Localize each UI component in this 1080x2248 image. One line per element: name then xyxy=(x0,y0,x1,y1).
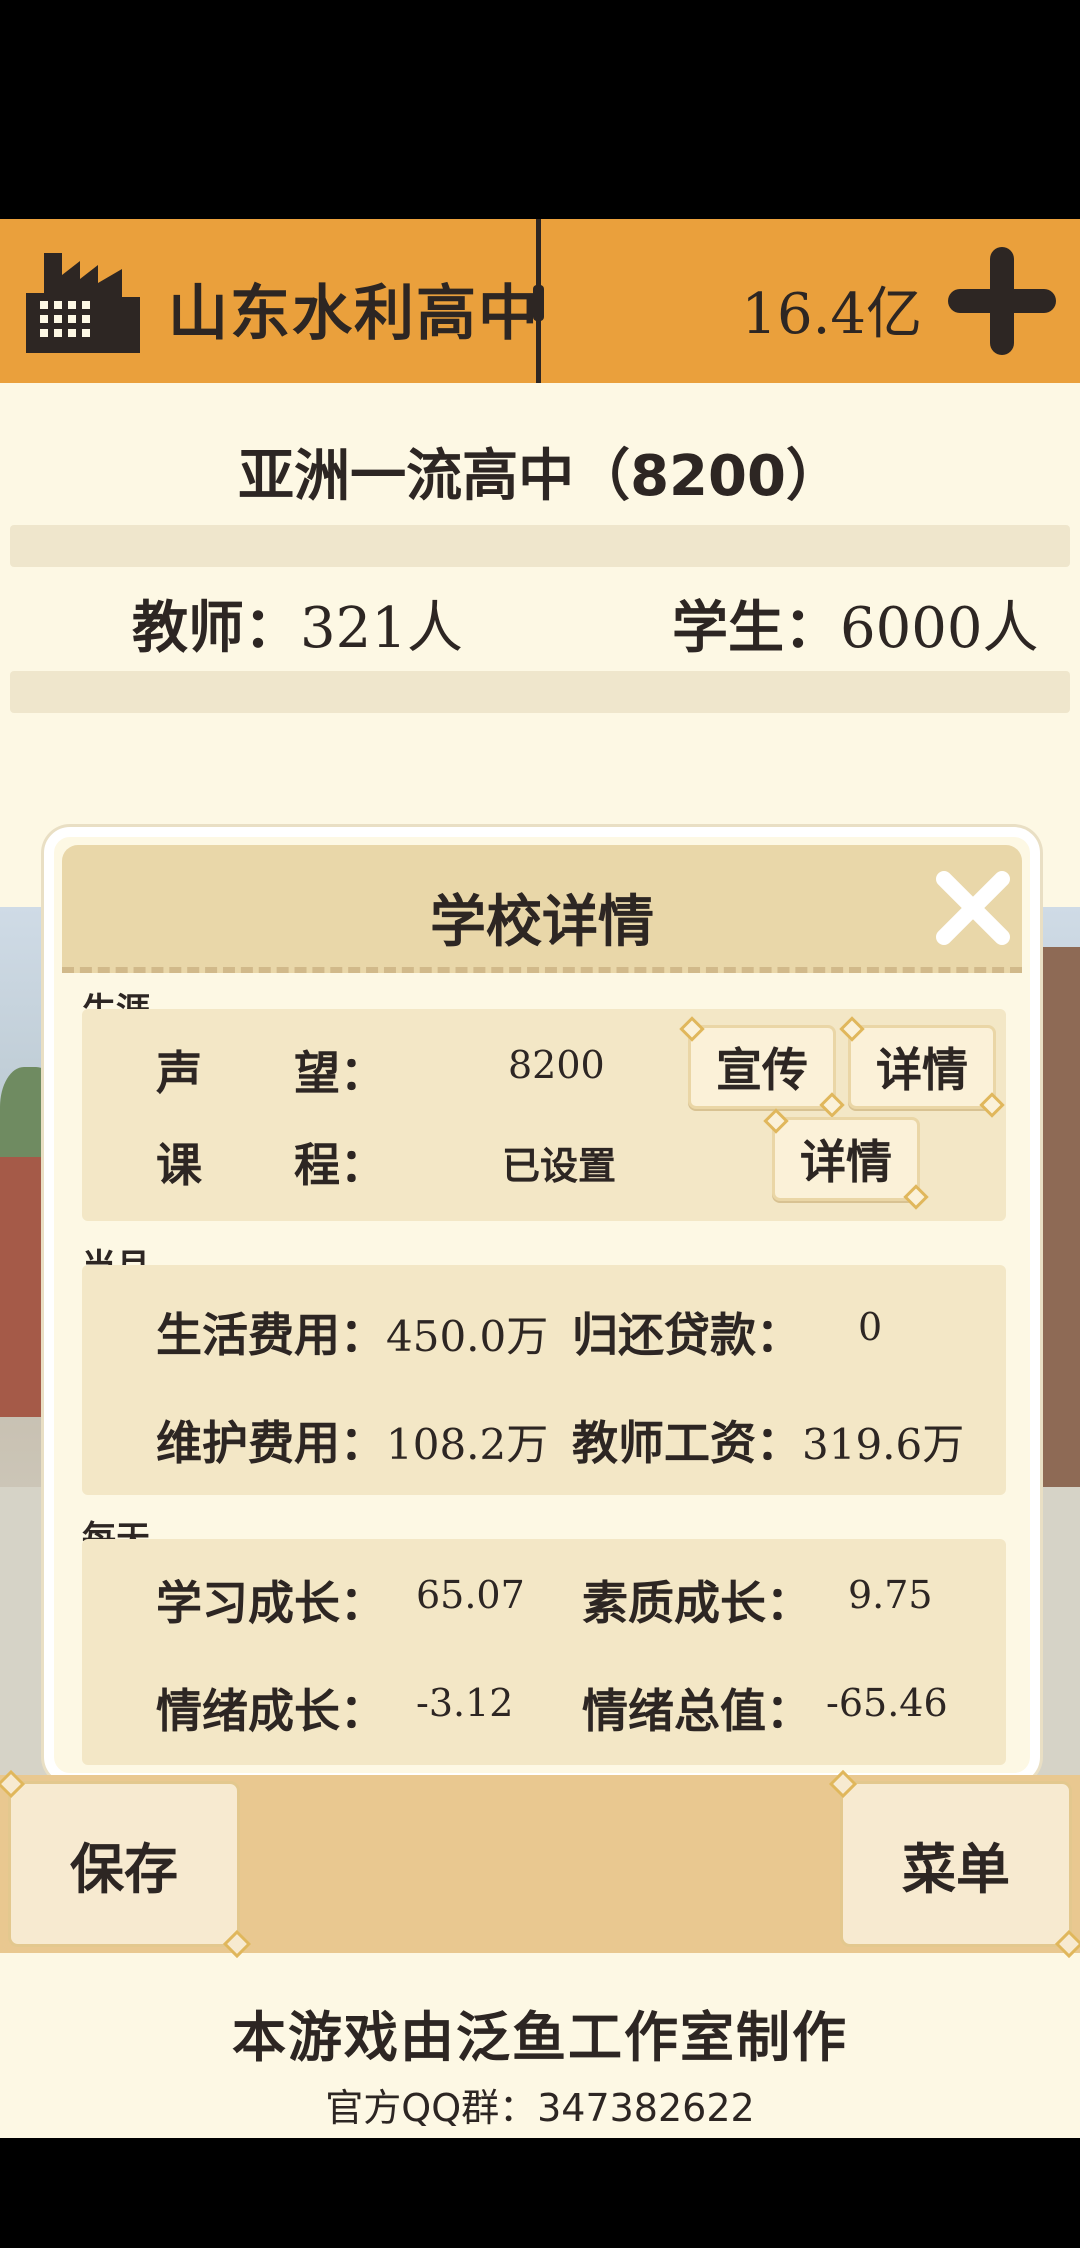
living-cost: 生活费用：450.0万 xyxy=(156,1308,549,1362)
school-details-dialog: 学校详情 生涯 声 望： 8200 宣传 详情 课 程： 已设置 详情 当月 生… xyxy=(44,827,1040,1783)
mood-growth: 情绪成长： xyxy=(156,1684,386,1738)
mood-total-value: -65.46 xyxy=(826,1681,948,1725)
qq-group: 官方QQ群：347382622 xyxy=(325,2086,755,2130)
reputation-label: 声 望： xyxy=(156,1046,386,1100)
bottom-bar: 保存 菜单 xyxy=(0,1775,1080,1953)
dialog-header: 学校详情 xyxy=(62,845,1022,973)
save-button[interactable]: 保存 xyxy=(8,1781,240,1947)
dialog-title: 学校详情 xyxy=(430,890,654,955)
student-count: 学生：6000人 xyxy=(672,583,1039,664)
loan-repayment: 归还贷款： xyxy=(572,1308,802,1362)
quality-growth: 素质成长： xyxy=(582,1576,812,1630)
factory-icon xyxy=(26,253,140,353)
mood-total: 情绪总值： xyxy=(582,1684,812,1738)
teacher-count: 教师：321人 xyxy=(132,583,463,664)
maintenance-cost: 维护费用：108.2万 xyxy=(156,1416,549,1470)
menu-button[interactable]: 菜单 xyxy=(840,1781,1072,1947)
monthly-panel: 生活费用：450.0万 归还贷款： 0 维护费用：108.2万 教师工资：319… xyxy=(82,1265,1006,1495)
teacher-value: 321人 xyxy=(300,596,463,661)
divider-stripe xyxy=(10,671,1070,713)
student-value: 6000人 xyxy=(840,596,1039,661)
school-name: 山东水利高中 xyxy=(168,279,540,349)
daily-panel: 学习成长： 65.07 素质成长： 9.75 情绪成长： -3.12 情绪总值：… xyxy=(82,1539,1006,1765)
teacher-label: 教师： xyxy=(132,596,300,661)
promote-button[interactable]: 宣传 xyxy=(688,1025,836,1109)
money-amount: 16.4亿 xyxy=(741,282,922,347)
header-divider-knob xyxy=(533,285,544,321)
quality-growth-value: 9.75 xyxy=(848,1573,933,1617)
course-label: 课 程： xyxy=(156,1138,386,1192)
close-icon[interactable] xyxy=(930,865,1016,951)
study-growth-value: 65.07 xyxy=(416,1573,525,1617)
study-growth: 学习成长： xyxy=(156,1576,386,1630)
divider-stripe xyxy=(10,525,1070,567)
course-value: 已设置 xyxy=(502,1144,617,1188)
career-panel: 声 望： 8200 宣传 详情 课 程： 已设置 详情 xyxy=(82,1009,1006,1221)
student-label: 学生： xyxy=(672,596,840,661)
course-detail-button[interactable]: 详情 xyxy=(772,1117,920,1201)
mood-growth-value: -3.12 xyxy=(416,1681,514,1725)
school-rank-title: 亚洲一流高中（8200） xyxy=(238,444,842,509)
plus-icon[interactable] xyxy=(946,245,1058,357)
loan-value: 0 xyxy=(858,1305,883,1349)
reputation-detail-button[interactable]: 详情 xyxy=(848,1025,996,1109)
teacher-salary: 教师工资：319.6万 xyxy=(572,1416,965,1470)
top-bar: 山东水利高中 16.4亿 xyxy=(0,219,1080,383)
studio-credit: 本游戏由泛鱼工作室制作 xyxy=(232,2006,848,2069)
game-screen: 山东水利高中 16.4亿 亚洲一流高中（8200） 教师：321人 学生：600… xyxy=(0,219,1080,2138)
reputation-value: 8200 xyxy=(508,1043,605,1087)
